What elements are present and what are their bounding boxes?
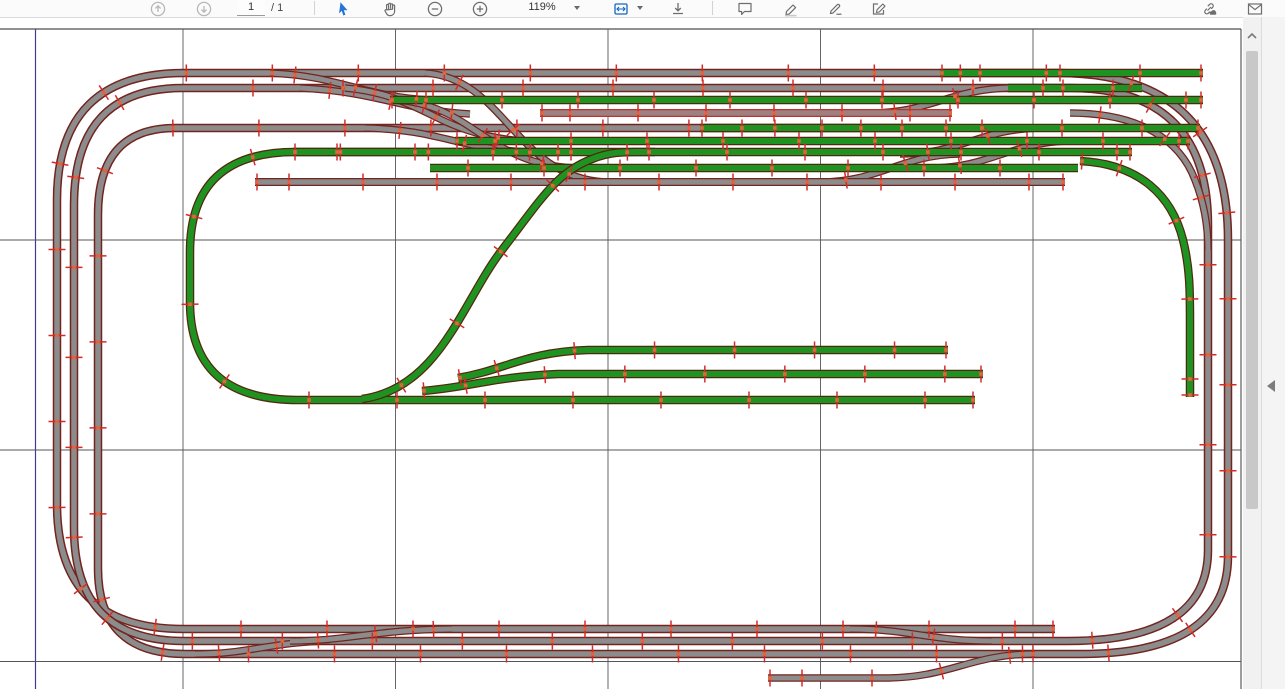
track-outline-green-right-branch bbox=[1080, 161, 1190, 397]
page-number-input[interactable]: 1 bbox=[237, 0, 265, 16]
page-total-label: / 1 bbox=[271, 1, 283, 16]
track-outer-loop-a bbox=[57, 73, 1228, 654]
zoom-caret-down-icon[interactable] bbox=[574, 6, 580, 10]
pdf-viewer-window: 1 / 1 119% bbox=[0, 0, 1285, 689]
fit-width-icon bbox=[670, 1, 686, 17]
fill-sign-button[interactable] bbox=[828, 1, 844, 17]
email-button[interactable] bbox=[1247, 1, 1263, 17]
next-page-icon bbox=[196, 1, 212, 17]
tracks-layer bbox=[57, 73, 1228, 678]
right-panel-strip bbox=[1261, 17, 1285, 689]
edit-pdf-icon bbox=[871, 1, 887, 17]
toolbar: 1 / 1 119% bbox=[0, 0, 1285, 18]
comment-button[interactable] bbox=[737, 1, 753, 17]
scroll-up-button[interactable] bbox=[1245, 29, 1259, 43]
comment-icon bbox=[737, 1, 753, 17]
track-green-right-branch bbox=[1080, 161, 1190, 397]
page-fit-icon bbox=[613, 1, 629, 17]
hand-tool-button[interactable] bbox=[382, 1, 398, 17]
page-fit-button[interactable] bbox=[613, 1, 629, 17]
share-link-icon bbox=[1201, 1, 1217, 17]
toolbar-separator bbox=[712, 1, 713, 15]
zoom-in-icon bbox=[472, 1, 488, 17]
edit-pdf-button[interactable] bbox=[871, 1, 887, 17]
select-tool-icon bbox=[336, 1, 352, 17]
select-tool-button[interactable] bbox=[336, 1, 352, 17]
page-fit-caret-down-icon[interactable] bbox=[637, 6, 643, 10]
share-link-button[interactable] bbox=[1201, 1, 1217, 17]
next-page-button[interactable] bbox=[196, 1, 212, 17]
fit-width-button[interactable] bbox=[670, 1, 686, 17]
email-icon bbox=[1247, 1, 1263, 17]
zoom-level-select[interactable]: 119% bbox=[517, 0, 567, 15]
fill-sign-icon bbox=[828, 1, 844, 17]
highlight-button[interactable] bbox=[783, 1, 799, 17]
scrollbar-thumb[interactable] bbox=[1246, 51, 1258, 509]
highlight-icon bbox=[783, 1, 799, 17]
track-plan-svg[interactable] bbox=[0, 0, 1285, 689]
panel-expand-arrow-icon[interactable] bbox=[1267, 380, 1275, 392]
toolbar-separator bbox=[314, 1, 315, 15]
zoom-out-button[interactable] bbox=[427, 1, 443, 17]
track-outline-outer-loop-a bbox=[57, 73, 1228, 654]
vertical-scrollbar[interactable] bbox=[1243, 17, 1261, 689]
zoom-out-icon bbox=[427, 1, 443, 17]
previous-page-button[interactable] bbox=[150, 1, 166, 17]
track-balloon-loop bbox=[190, 152, 975, 400]
zoom-in-button[interactable] bbox=[472, 1, 488, 17]
track-outline-balloon-loop bbox=[190, 152, 975, 400]
previous-page-icon bbox=[150, 1, 166, 17]
chevron-up-icon bbox=[1245, 29, 1259, 43]
hand-tool-icon bbox=[382, 1, 398, 17]
